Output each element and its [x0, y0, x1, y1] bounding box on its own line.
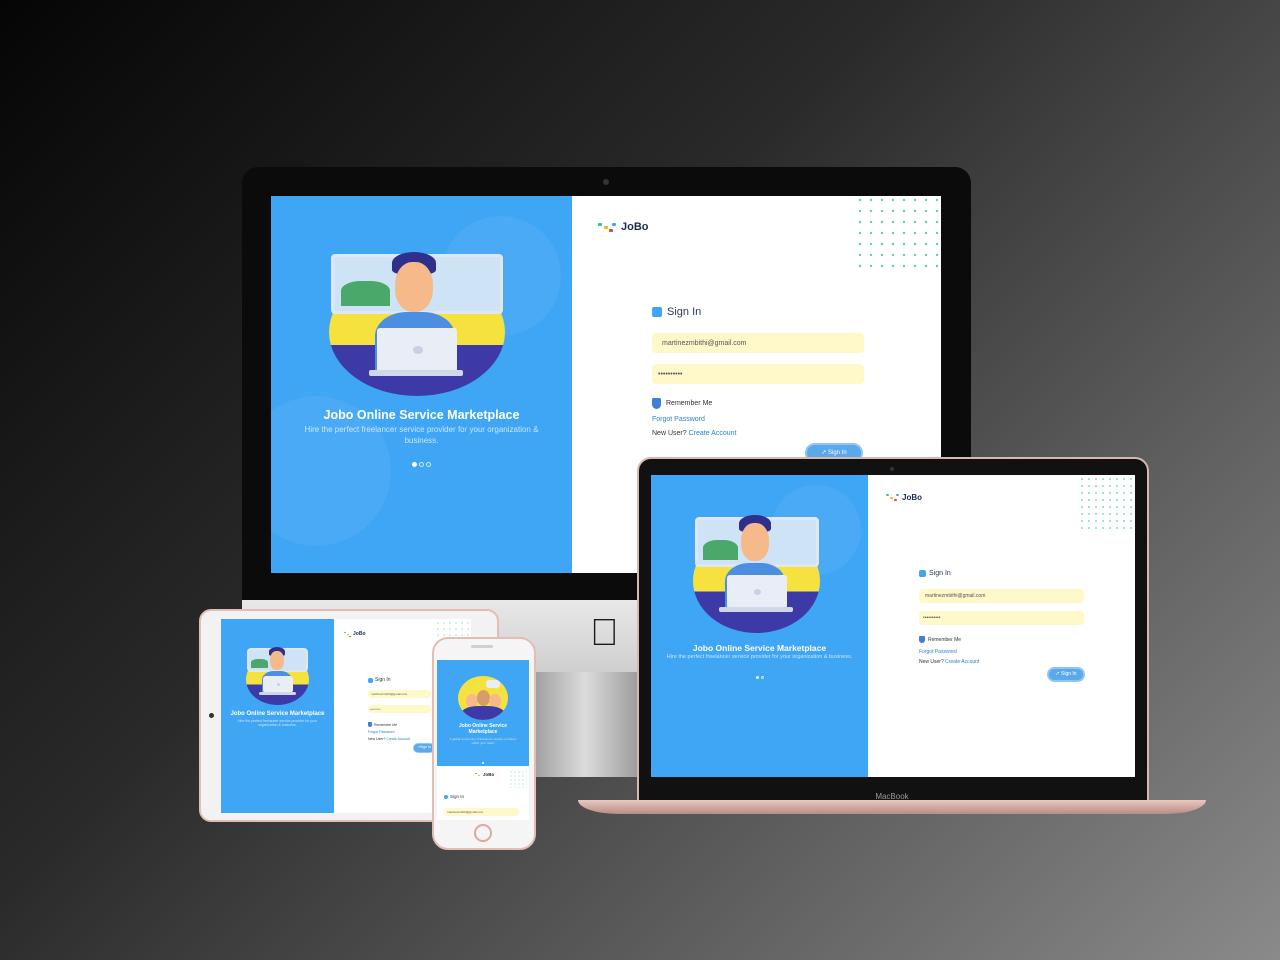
jobo-logo-icon [598, 221, 618, 233]
iphone-speaker [471, 645, 493, 648]
new-user-text: New User? Create Account [368, 737, 411, 741]
freelancer-illustration [329, 252, 505, 398]
hero-panel: Jobo Online Service Marketplace Hire the… [221, 619, 334, 813]
ipad-camera [209, 713, 214, 718]
macbook-camera [890, 467, 894, 471]
brand-logo[interactable]: JoBo [598, 221, 649, 233]
iphone-screen: Jobo Online Service Marketplace A global… [437, 660, 529, 820]
carousel-dot[interactable] [412, 462, 417, 467]
hero-title: Jobo Online Service Marketplace [230, 711, 325, 717]
email-field[interactable]: martinezmbithi@gmail.com [652, 333, 864, 353]
freelancer-illustration [693, 515, 820, 633]
imac-camera [603, 179, 609, 185]
signin-title: Sign In [919, 570, 951, 577]
hero-panel: Jobo Online Service Marketplace Hire the… [651, 475, 868, 777]
create-account-link[interactable]: Create Account [386, 737, 410, 741]
carousel-dot[interactable] [426, 462, 431, 467]
email-field[interactable]: martinezmbithi@gmail.com [919, 589, 1084, 603]
brand-logo[interactable]: JoBo [886, 493, 922, 502]
forgot-password-link[interactable]: Forgot Password [919, 649, 957, 655]
sign-in-button[interactable]: ↗ Sign In [1047, 667, 1085, 682]
brand-logo[interactable]: JoBo [475, 772, 494, 777]
new-user-text: New User? Create Account [919, 659, 980, 665]
key-icon: ↗ [1055, 671, 1060, 677]
shield-check-icon [368, 722, 372, 727]
remember-me-checkbox[interactable]: Remember Me [919, 636, 961, 643]
freelancer-illustration [246, 647, 309, 705]
signin-title: Sign In [444, 794, 464, 799]
hero-subtitle: Hire the perfect freelancer service prov… [238, 719, 317, 727]
hero-subtitle: Hire the perfect freelancer service prov… [304, 425, 539, 445]
signin-title: Sign In [652, 306, 701, 318]
decorative-dot-grid [1081, 478, 1132, 529]
hero-panel: Jobo Online Service Marketplace Hire the… [271, 196, 572, 573]
jobo-logo-icon [886, 493, 900, 502]
community-illustration [458, 676, 508, 720]
remember-me-checkbox[interactable]: Remember Me [652, 398, 712, 409]
email-field[interactable]: martinezmbithi@gmail.com [368, 690, 431, 698]
lock-icon [919, 570, 926, 577]
create-account-link[interactable]: Create Account [945, 659, 979, 665]
carousel-dots[interactable] [437, 751, 529, 766]
password-field[interactable]: •••••••••• [919, 611, 1084, 625]
carousel-dots[interactable] [271, 454, 572, 472]
macbook-base [578, 800, 1206, 814]
macbook-screen: Jobo Online Service Marketplace Hire the… [651, 475, 1135, 777]
carousel-dot[interactable] [760, 676, 764, 679]
signin-title: Sign In [368, 677, 391, 683]
email-field[interactable]: martinezmbithi@gmail.com [444, 808, 519, 816]
hero-title: Jobo Online Service Marketplace [692, 643, 827, 653]
iphone-home-button[interactable] [474, 824, 492, 842]
lock-icon [368, 677, 373, 683]
jobo-logo-icon [475, 772, 482, 777]
hero-subtitle: Hire the perfect freelancer service prov… [666, 654, 853, 660]
imac-stand [530, 672, 640, 777]
brand-logo[interactable]: JoBo [344, 631, 366, 637]
key-icon: ↗ [821, 450, 827, 456]
hero-title: Jobo Online Service Marketplace [458, 723, 508, 735]
macbook-label: MacBook [875, 792, 909, 801]
carousel-dot[interactable] [755, 676, 759, 679]
decorative-dot-grid [510, 771, 527, 788]
create-account-link[interactable]: Create Account [689, 430, 737, 437]
shield-check-icon [652, 398, 661, 409]
hero-subtitle: A global community of freelancer service… [449, 737, 517, 745]
password-field[interactable]: •••••••••• [652, 364, 864, 384]
lock-icon [652, 307, 662, 317]
hero-panel: Jobo Online Service Marketplace A global… [437, 660, 529, 766]
lock-icon [444, 794, 448, 799]
carousel-dot[interactable] [419, 462, 424, 467]
remember-me-checkbox[interactable]: Remember Me [368, 722, 397, 727]
forgot-password-link[interactable]: Forgot Password [652, 416, 705, 423]
signin-panel: JoBo Sign In martinezmbithi@gmail.com ••… [868, 475, 1135, 777]
forgot-password-link[interactable]: Forgot Password [368, 730, 394, 734]
password-field[interactable]: •••••••••• [368, 705, 431, 713]
carousel-dot[interactable] [482, 762, 484, 764]
jobo-logo-icon [344, 631, 352, 637]
apple-logo-icon:  [590, 612, 619, 655]
decorative-dot-grid [858, 198, 939, 268]
shield-check-icon [919, 636, 925, 643]
hero-title: Jobo Online Service Marketplace [323, 408, 520, 422]
carousel-dots[interactable] [651, 666, 868, 684]
new-user-text: New User? Create Account [652, 430, 737, 437]
